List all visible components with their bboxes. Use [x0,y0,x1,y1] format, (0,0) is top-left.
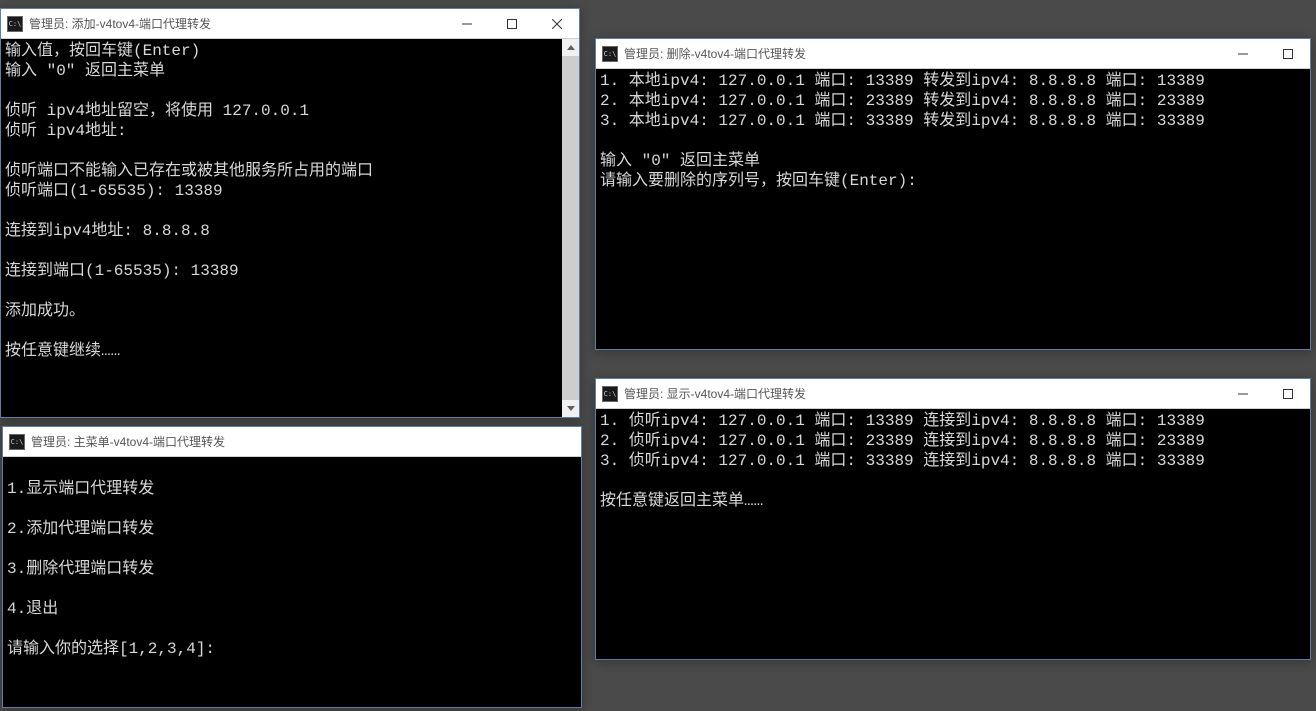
scrollbar-thumb[interactable] [562,56,579,400]
console-window-add: C:\ 管理员: 添加-v4tov4-端口代理转发 输入值，按回车键(Enter… [0,8,580,418]
window-title: 管理员: 显示-v4tov4-端口代理转发 [624,385,1220,402]
title-bar[interactable]: C:\ 管理员: 添加-v4tov4-端口代理转发 [1,9,579,39]
console-window-menu: C:\ 管理员: 主菜单-v4tov4-端口代理转发 1.显示端口代理转发 2.… [2,426,582,708]
console-output[interactable]: 1. 本地ipv4: 127.0.0.1 端口: 13389 转发到ipv4: … [596,69,1310,349]
console-output[interactable]: 输入值，按回车键(Enter) 输入 "0" 返回主菜单 侦听 ipv4地址留空… [1,39,562,417]
window-title: 管理员: 添加-v4tov4-端口代理转发 [29,15,444,32]
window-controls [444,9,579,38]
title-bar[interactable]: C:\ 管理员: 主菜单-v4tov4-端口代理转发 [3,427,581,457]
minimize-button[interactable] [1220,379,1265,408]
cmd-icon: C:\ [7,16,23,32]
scrollbar[interactable] [562,39,579,417]
window-controls [1220,379,1310,408]
scroll-up-icon[interactable] [562,39,579,56]
cmd-icon: C:\ [602,46,618,62]
title-bar[interactable]: C:\ 管理员: 删除-v4tov4-端口代理转发 [596,39,1310,69]
minimize-button[interactable] [1220,39,1265,68]
console-window-show: C:\ 管理员: 显示-v4tov4-端口代理转发 1. 侦听ipv4: 127… [595,378,1311,660]
minimize-button[interactable] [444,9,489,38]
cmd-icon: C:\ [9,434,25,450]
console-window-delete: C:\ 管理员: 删除-v4tov4-端口代理转发 1. 本地ipv4: 127… [595,38,1311,350]
window-title: 管理员: 删除-v4tov4-端口代理转发 [624,45,1220,62]
window-title: 管理员: 主菜单-v4tov4-端口代理转发 [31,433,581,450]
maximize-button[interactable] [1265,379,1310,408]
close-button[interactable] [534,9,579,38]
console-output[interactable]: 1.显示端口代理转发 2.添加代理端口转发 3.删除代理端口转发 4.退出 请输… [3,457,581,707]
scroll-down-icon[interactable] [562,400,579,417]
title-bar[interactable]: C:\ 管理员: 显示-v4tov4-端口代理转发 [596,379,1310,409]
cmd-icon: C:\ [602,386,618,402]
maximize-button[interactable] [1265,39,1310,68]
window-controls [1220,39,1310,68]
maximize-button[interactable] [489,9,534,38]
console-output[interactable]: 1. 侦听ipv4: 127.0.0.1 端口: 13389 连接到ipv4: … [596,409,1310,659]
